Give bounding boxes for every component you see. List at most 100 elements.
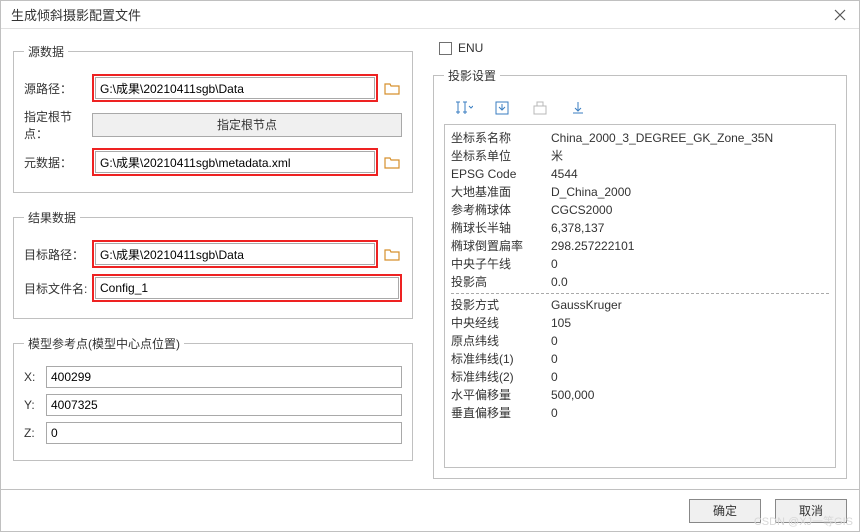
projection-value: 0 xyxy=(551,350,829,368)
result-group: 结果数据 目标路径： 目标文件名: xyxy=(13,209,413,319)
projection-value: 500,000 xyxy=(551,386,829,404)
window-title: 生成倾斜摄影配置文件 xyxy=(11,5,141,24)
projection-value: 0 xyxy=(551,332,829,350)
modelref-y-row: Y: xyxy=(24,394,402,416)
modelref-legend: 模型参考点(模型中心点位置) xyxy=(24,335,184,352)
metadata-row: 元数据： xyxy=(24,148,402,176)
projection-row: 垂直偏移量0 xyxy=(451,404,829,422)
projection-value: 米 xyxy=(551,147,829,165)
target-file-label: 目标文件名: xyxy=(24,280,92,297)
modelref-x-row: X: xyxy=(24,366,402,388)
folder-icon[interactable] xyxy=(382,152,402,172)
import-coord-icon[interactable] xyxy=(492,98,512,118)
projection-value: 0.0 xyxy=(551,273,829,291)
target-path-label: 目标路径： xyxy=(24,246,92,263)
target-file-row: 目标文件名: xyxy=(24,274,402,302)
modelref-x-input[interactable] xyxy=(46,366,402,388)
modelref-z-row: Z: xyxy=(24,422,402,444)
projection-key: 椭球长半轴 xyxy=(451,219,551,237)
content-area: 源数据 源路径： 指定根节点： 指定根节点 xyxy=(1,29,859,489)
projection-row: 椭球倒置扁率298.257222101 xyxy=(451,237,829,255)
target-path-input[interactable] xyxy=(95,243,375,265)
projection-legend: 投影设置 xyxy=(444,67,500,84)
projection-value: China_2000_3_DEGREE_GK_Zone_35N xyxy=(551,129,829,147)
enu-row: ENU xyxy=(433,37,847,61)
result-legend: 结果数据 xyxy=(24,209,80,226)
metadata-input[interactable] xyxy=(95,151,375,173)
projection-key: 坐标系名称 xyxy=(451,129,551,147)
export-coord-icon[interactable] xyxy=(530,98,550,118)
projection-row: 坐标系单位米 xyxy=(451,147,829,165)
root-node-label: 指定根节点： xyxy=(24,108,92,142)
projection-row: 中央经线105 xyxy=(451,314,829,332)
projection-row: 参考椭球体CGCS2000 xyxy=(451,201,829,219)
cancel-button[interactable]: 取消 xyxy=(775,499,847,523)
coord-dropdown-icon[interactable] xyxy=(454,98,474,118)
projection-key: 参考椭球体 xyxy=(451,201,551,219)
projection-key: 坐标系单位 xyxy=(451,147,551,165)
modelref-y-label: Y: xyxy=(24,398,46,412)
ok-button[interactable]: 确定 xyxy=(689,499,761,523)
folder-icon[interactable] xyxy=(382,78,402,98)
projection-key: 中央子午线 xyxy=(451,255,551,273)
projection-key: 大地基准面 xyxy=(451,183,551,201)
right-column: ENU 投影设置 xyxy=(413,37,847,489)
modelref-z-input[interactable] xyxy=(46,422,402,444)
projection-row: 大地基准面D_China_2000 xyxy=(451,183,829,201)
modelref-z-label: Z: xyxy=(24,426,46,440)
source-path-label: 源路径： xyxy=(24,80,92,97)
target-file-input[interactable] xyxy=(95,277,399,299)
projection-value: 0 xyxy=(551,255,829,273)
projection-key: 垂直偏移量 xyxy=(451,404,551,422)
projection-value: GaussKruger xyxy=(551,296,829,314)
projection-value: CGCS2000 xyxy=(551,201,829,219)
projection-value: 0 xyxy=(551,368,829,386)
projection-value: 105 xyxy=(551,314,829,332)
projection-row: 水平偏移量500,000 xyxy=(451,386,829,404)
projection-value: 0 xyxy=(551,404,829,422)
projection-value: 6,378,137 xyxy=(551,219,829,237)
projection-value: 298.257222101 xyxy=(551,237,829,255)
title-bar: 生成倾斜摄影配置文件 xyxy=(1,1,859,29)
projection-key: 标准纬线(2) xyxy=(451,368,551,386)
projection-row: 标准纬线(2)0 xyxy=(451,368,829,386)
metadata-label: 元数据： xyxy=(24,154,92,171)
projection-key: 水平偏移量 xyxy=(451,386,551,404)
source-path-row: 源路径： xyxy=(24,74,402,102)
projection-row: 坐标系名称China_2000_3_DEGREE_GK_Zone_35N xyxy=(451,129,829,147)
modelref-group: 模型参考点(模型中心点位置) X: Y: Z: xyxy=(13,335,413,461)
save-coord-icon[interactable] xyxy=(568,98,588,118)
projection-row: EPSG Code4544 xyxy=(451,165,829,183)
projection-row: 投影方式GaussKruger xyxy=(451,296,829,314)
projection-row: 椭球长半轴6,378,137 xyxy=(451,219,829,237)
source-group: 源数据 源路径： 指定根节点： 指定根节点 xyxy=(13,43,413,193)
projection-group: 投影设置 坐标系名称China_2000_3_ xyxy=(433,67,847,479)
left-column: 源数据 源路径： 指定根节点： 指定根节点 xyxy=(13,37,413,489)
projection-row: 原点纬线0 xyxy=(451,332,829,350)
projection-key: 投影高 xyxy=(451,273,551,291)
dialog-window: 生成倾斜摄影配置文件 源数据 源路径： xyxy=(0,0,860,532)
projection-value: D_China_2000 xyxy=(551,183,829,201)
target-path-row: 目标路径： xyxy=(24,240,402,268)
projection-key: 投影方式 xyxy=(451,296,551,314)
projection-key: 椭球倒置扁率 xyxy=(451,237,551,255)
projection-separator xyxy=(451,293,829,294)
root-node-row: 指定根节点： 指定根节点 xyxy=(24,108,402,142)
source-path-input[interactable] xyxy=(95,77,375,99)
modelref-y-input[interactable] xyxy=(46,394,402,416)
close-icon[interactable] xyxy=(831,6,849,24)
projection-row: 中央子午线0 xyxy=(451,255,829,273)
specify-root-button[interactable]: 指定根节点 xyxy=(92,113,402,137)
projection-key: 标准纬线(1) xyxy=(451,350,551,368)
projection-row: 投影高0.0 xyxy=(451,273,829,291)
projection-toolbar xyxy=(444,92,836,124)
enu-checkbox[interactable] xyxy=(439,42,452,55)
projection-table: 坐标系名称China_2000_3_DEGREE_GK_Zone_35N坐标系单… xyxy=(444,124,836,468)
projection-row: 标准纬线(1)0 xyxy=(451,350,829,368)
projection-key: EPSG Code xyxy=(451,165,551,183)
enu-label: ENU xyxy=(458,41,483,55)
projection-value: 4544 xyxy=(551,165,829,183)
dialog-footer: 确定 取消 xyxy=(1,489,859,531)
folder-icon[interactable] xyxy=(382,244,402,264)
projection-key: 原点纬线 xyxy=(451,332,551,350)
